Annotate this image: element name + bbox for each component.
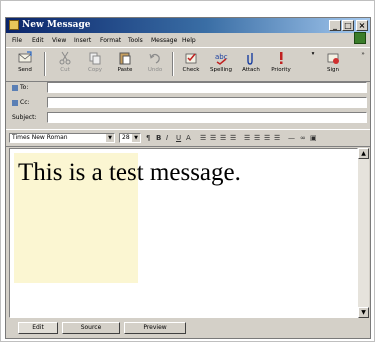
check-names-icon: [185, 53, 197, 64]
align-center-icon[interactable]: ☰: [254, 133, 260, 143]
send-button[interactable]: Send: [8, 51, 42, 73]
spelling-icon: abc: [215, 53, 228, 65]
close-button[interactable]: ×: [356, 20, 368, 31]
horizontal-line-icon[interactable]: —: [288, 133, 295, 143]
view-tabs: Edit Source Preview: [6, 320, 370, 338]
window-title: New Message: [22, 20, 91, 30]
subject-label: Subject:: [12, 114, 37, 121]
vertical-scrollbar[interactable]: ▲ ▼: [358, 148, 369, 318]
sign-icon: [327, 53, 339, 64]
message-text[interactable]: This is a test message.: [18, 159, 241, 187]
title-bar[interactable]: New Message _ □ ×: [6, 18, 370, 33]
toolbar-overflow[interactable]: »: [346, 51, 375, 57]
cut-icon: [59, 51, 71, 65]
menu-help[interactable]: Help: [182, 37, 196, 44]
to-field[interactable]: [47, 82, 367, 93]
menu-bar: File Edit View Insert Format Tools Messa…: [6, 34, 370, 46]
menu-message[interactable]: Message: [151, 37, 177, 44]
bold-button[interactable]: B: [156, 133, 161, 143]
tab-source[interactable]: Source: [62, 322, 120, 334]
priority-button[interactable]: Priority: [264, 51, 298, 73]
subject-field[interactable]: [47, 112, 367, 123]
maximize-button[interactable]: □: [342, 20, 354, 31]
numbered-list-icon[interactable]: ☰: [200, 133, 206, 143]
cc-label[interactable]: Cc:: [12, 99, 30, 106]
minimize-button[interactable]: _: [329, 20, 341, 31]
hyperlink-icon[interactable]: ∞: [300, 133, 306, 143]
attach-button[interactable]: Attach: [234, 51, 268, 73]
undo-icon: [149, 53, 160, 64]
menu-format[interactable]: Format: [100, 37, 121, 44]
sign-label: Sign: [327, 67, 339, 73]
scroll-down-button[interactable]: ▼: [358, 307, 369, 318]
align-right-icon[interactable]: ☰: [264, 133, 270, 143]
justify-icon[interactable]: ☰: [274, 133, 280, 143]
italic-button[interactable]: I: [166, 133, 168, 143]
message-body[interactable]: This is a test message.: [9, 148, 358, 318]
insert-picture-icon[interactable]: ▣: [310, 133, 317, 143]
copy-button[interactable]: Copy: [78, 51, 112, 73]
to-row: To:: [6, 81, 370, 95]
app-icon: [9, 20, 19, 30]
subject-row: Subject:: [6, 111, 370, 125]
send-label: Send: [18, 67, 32, 73]
chevron-down-icon: ▾: [311, 51, 315, 57]
paste-icon: [119, 52, 131, 65]
cut-label: Cut: [60, 67, 70, 73]
menu-tools[interactable]: Tools: [128, 37, 143, 44]
toolbar-separator: [44, 52, 46, 76]
bullet-list-icon[interactable]: ☰: [210, 133, 216, 143]
attach-icon: [247, 53, 253, 65]
formatting-toolbar: Times New Roman ▼ 28 ▼ ¶ B I U A ☰ ☰ ☰ ☰…: [6, 129, 370, 147]
windows-logo-icon: [354, 32, 366, 44]
chevron-down-icon[interactable]: ▼: [106, 134, 114, 142]
menu-view[interactable]: View: [52, 37, 66, 44]
undo-label: Undo: [147, 67, 163, 73]
undo-button[interactable]: Undo: [138, 51, 172, 73]
paste-label: Paste: [117, 67, 133, 73]
paragraph-style-icon[interactable]: ¶: [146, 133, 150, 143]
priority-icon: [280, 52, 283, 64]
chevron-right-icon: »: [361, 51, 365, 57]
font-name: Times New Roman: [12, 134, 68, 141]
spelling-label: Spelling: [210, 67, 232, 73]
to-label[interactable]: To:: [12, 84, 28, 91]
font-select[interactable]: Times New Roman ▼: [9, 133, 115, 143]
address-book-icon: [12, 84, 18, 91]
align-left-icon[interactable]: ☰: [244, 133, 250, 143]
menu-file[interactable]: File: [12, 37, 22, 44]
chevron-down-icon[interactable]: ▼: [132, 134, 140, 142]
tab-edit[interactable]: Edit: [18, 322, 58, 334]
attach-label: Attach: [242, 67, 260, 73]
check-label: Check: [182, 67, 200, 73]
new-message-window: New Message _ □ × File Edit View Insert …: [5, 17, 371, 339]
address-book-icon: [12, 99, 18, 106]
copy-icon: [89, 52, 101, 65]
priority-label: Priority: [271, 67, 291, 73]
tab-preview[interactable]: Preview: [124, 322, 186, 334]
check-names-button[interactable]: Check: [174, 51, 208, 73]
underline-button[interactable]: U: [176, 133, 181, 143]
toolbar: Send Cut Copy Paste Undo Check abc Spell…: [6, 47, 370, 82]
paste-button[interactable]: Paste: [108, 51, 142, 73]
font-size-select[interactable]: 28 ▼: [119, 133, 141, 143]
cc-row: Cc:: [6, 96, 370, 110]
cut-button[interactable]: Cut: [48, 51, 82, 73]
spelling-button[interactable]: abc Spelling: [204, 51, 238, 73]
increase-indent-icon[interactable]: ☰: [230, 133, 236, 143]
menu-insert[interactable]: Insert: [74, 37, 91, 44]
cc-field[interactable]: [47, 97, 367, 108]
decrease-indent-icon[interactable]: ☰: [220, 133, 226, 143]
menu-edit[interactable]: Edit: [32, 37, 44, 44]
scroll-up-button[interactable]: ▲: [358, 148, 369, 159]
send-icon: [18, 51, 32, 63]
sign-button[interactable]: Sign: [316, 51, 350, 73]
copy-label: Copy: [88, 67, 102, 73]
font-size: 28: [122, 134, 130, 141]
font-color-button[interactable]: A: [186, 133, 191, 143]
